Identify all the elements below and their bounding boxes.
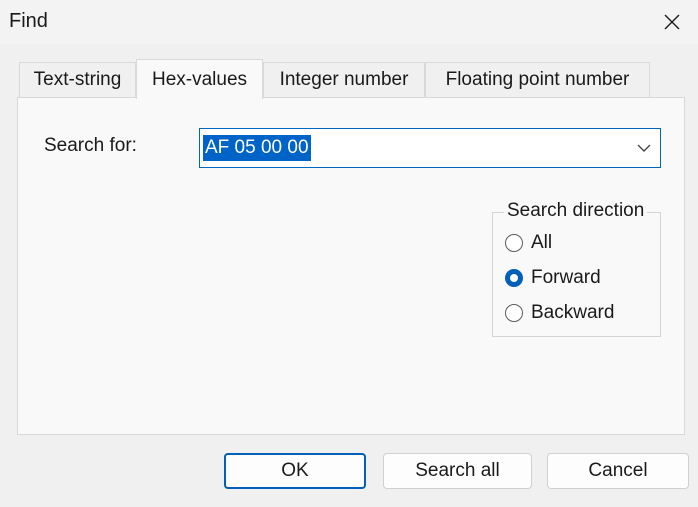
tab-integer-number[interactable]: Integer number	[263, 62, 425, 97]
search-all-button[interactable]: Search all	[383, 453, 532, 489]
radio-label: Backward	[531, 302, 615, 323]
close-button[interactable]	[652, 4, 692, 40]
radio-button[interactable]	[505, 304, 523, 322]
radio-button[interactable]	[505, 269, 523, 287]
tab-hex-values[interactable]: Hex-values	[136, 59, 263, 99]
radio-all[interactable]: All	[505, 231, 552, 255]
window-title: Find	[9, 10, 48, 32]
close-icon	[664, 14, 680, 30]
radio-label: All	[531, 232, 553, 253]
tab-label: Floating point number	[445, 69, 630, 90]
radio-button[interactable]	[505, 234, 523, 252]
ok-button[interactable]: OK	[224, 453, 366, 489]
radio-label: Forward	[531, 267, 601, 288]
radio-forward[interactable]: Forward	[505, 266, 601, 290]
tab-label: Text-string	[33, 69, 122, 90]
search-input[interactable]: AF 05 00 00	[203, 135, 311, 161]
tab-text-string[interactable]: Text-string	[19, 62, 136, 97]
search-for-label: Search for:	[44, 135, 137, 156]
tab-label: Hex-values	[151, 68, 248, 90]
tab-floating-point-number[interactable]: Floating point number	[425, 62, 650, 97]
search-combobox[interactable]: AF 05 00 00	[199, 128, 661, 168]
radio-backward[interactable]: Backward	[505, 301, 614, 325]
search-direction-legend: Search direction	[504, 200, 648, 222]
cancel-button[interactable]: Cancel	[547, 453, 689, 489]
chevron-down-icon[interactable]	[634, 138, 654, 158]
tab-label: Integer number	[279, 69, 409, 90]
title-bar: Find	[0, 0, 698, 44]
